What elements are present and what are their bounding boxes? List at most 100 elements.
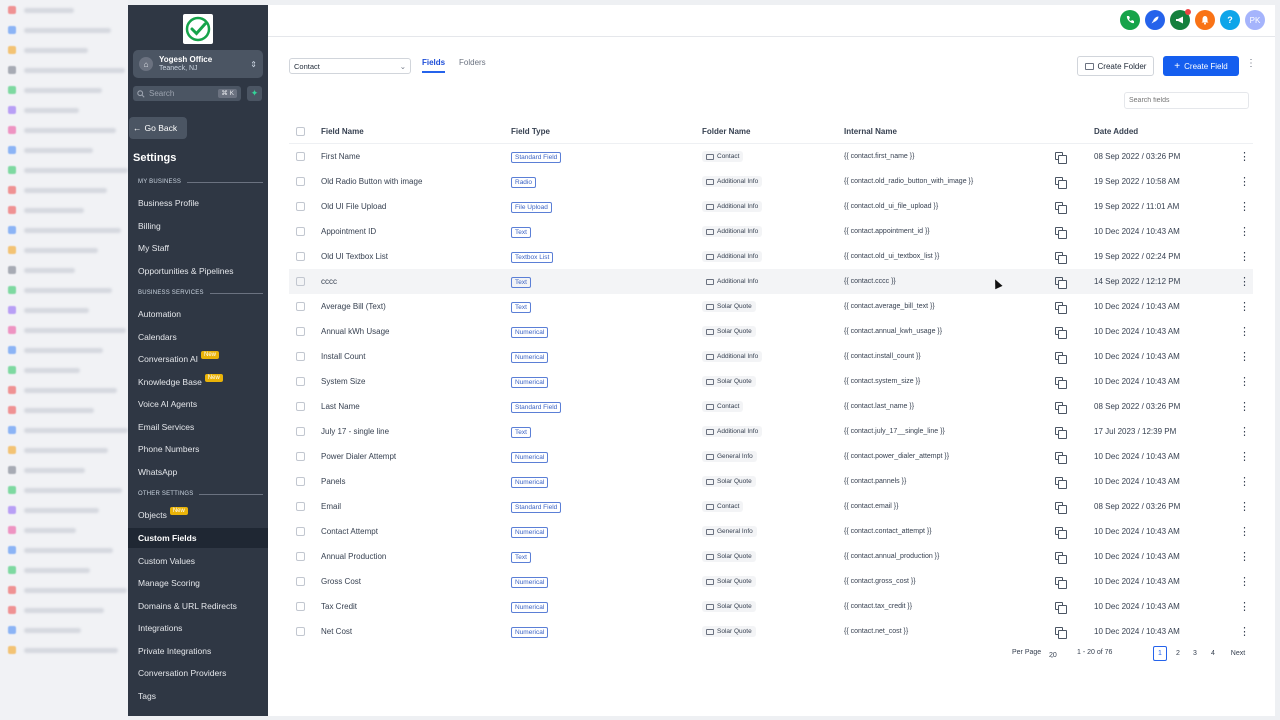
copy-icon[interactable] xyxy=(1055,176,1067,189)
row-checkbox[interactable] xyxy=(296,377,305,386)
table-row[interactable]: Panels Numerical Solar Quote {{ contact.pan… xyxy=(289,469,1253,494)
row-checkbox[interactable] xyxy=(296,402,305,411)
field-name[interactable]: Gross Cost xyxy=(321,577,361,586)
row-checkbox[interactable] xyxy=(296,552,305,561)
copy-icon[interactable] xyxy=(1055,576,1067,589)
row-menu-icon[interactable]: ⋮ xyxy=(1239,425,1250,438)
sidebar-item-conversation-ai[interactable]: Conversation AI New xyxy=(128,349,268,369)
sidebar-item-calendars[interactable]: Calendars xyxy=(128,327,268,347)
field-name[interactable]: Net Cost xyxy=(321,627,352,636)
field-name[interactable]: Old UI File Upload xyxy=(321,202,386,211)
sidebar-item-custom-values[interactable]: Custom Values xyxy=(128,551,268,571)
row-checkbox[interactable] xyxy=(296,252,305,261)
sidebar-search[interactable]: Search ⌘ K xyxy=(133,86,241,101)
row-checkbox[interactable] xyxy=(296,577,305,586)
help-button[interactable]: ? xyxy=(1220,10,1240,30)
location-switcher[interactable]: ⌂ Yogesh Office Teaneck, NJ ⇕ xyxy=(133,50,263,78)
row-menu-icon[interactable]: ⋮ xyxy=(1239,175,1250,188)
row-menu-icon[interactable]: ⋮ xyxy=(1239,250,1250,263)
sidebar-item-integrations[interactable]: Integrations xyxy=(128,618,268,638)
field-name[interactable]: Power Dialer Attempt xyxy=(321,452,396,461)
table-row[interactable]: Old UI File Upload File Upload Additional … xyxy=(289,194,1253,219)
sidebar-item-billing[interactable]: Billing xyxy=(128,216,268,236)
header-field-type[interactable]: Field Type xyxy=(511,127,550,136)
ai-spark-button[interactable]: ✦ xyxy=(247,86,262,101)
object-select[interactable]: Contact ⌄ xyxy=(289,58,411,74)
copy-icon[interactable] xyxy=(1055,601,1067,614)
sidebar-item-opportunities[interactable]: Opportunities & Pipelines xyxy=(128,261,268,281)
row-menu-icon[interactable]: ⋮ xyxy=(1239,575,1250,588)
tab-fields[interactable]: Fields xyxy=(422,58,446,73)
row-menu-icon[interactable]: ⋮ xyxy=(1239,275,1250,288)
field-name[interactable]: Annual Production xyxy=(321,552,386,561)
row-checkbox[interactable] xyxy=(296,602,305,611)
copy-icon[interactable] xyxy=(1055,251,1067,264)
table-row[interactable]: Install Count Numerical Additional Info {{ … xyxy=(289,344,1253,369)
copy-icon[interactable] xyxy=(1055,326,1067,339)
phone-button[interactable] xyxy=(1120,10,1140,30)
row-menu-icon[interactable]: ⋮ xyxy=(1239,375,1250,388)
next-page-button[interactable]: Next xyxy=(1227,646,1249,661)
table-row[interactable]: Tax Credit Numerical Solar Quote {{ contact… xyxy=(289,594,1253,619)
row-checkbox[interactable] xyxy=(296,202,305,211)
field-name[interactable]: System Size xyxy=(321,377,365,386)
table-row[interactable]: Old UI Textbox List Textbox List Additiona… xyxy=(289,244,1253,269)
header-field-name[interactable]: Field Name xyxy=(321,127,364,136)
row-checkbox[interactable] xyxy=(296,452,305,461)
sidebar-item-business-profile[interactable]: Business Profile xyxy=(128,193,268,213)
table-row[interactable]: Net Cost Numerical Solar Quote {{ contact.n… xyxy=(289,619,1253,644)
go-back-button[interactable]: ← Go Back xyxy=(129,117,187,139)
row-checkbox[interactable] xyxy=(296,477,305,486)
field-name[interactable]: Email xyxy=(321,502,341,511)
row-menu-icon[interactable]: ⋮ xyxy=(1239,525,1250,538)
copy-icon[interactable] xyxy=(1055,526,1067,539)
copy-icon[interactable] xyxy=(1055,626,1067,639)
rocket-button[interactable] xyxy=(1145,10,1165,30)
page-1-button[interactable]: 1 xyxy=(1153,646,1167,661)
field-name[interactable]: Panels xyxy=(321,477,345,486)
search-fields-input[interactable] xyxy=(1124,92,1249,109)
table-row[interactable]: Contact Attempt Numerical General Info {{ c… xyxy=(289,519,1253,544)
row-menu-icon[interactable]: ⋮ xyxy=(1239,600,1250,613)
field-name[interactable]: Last Name xyxy=(321,402,360,411)
table-row[interactable]: Last Name Standard Field Contact {{ contact… xyxy=(289,394,1253,419)
field-name[interactable]: Old UI Textbox List xyxy=(321,252,388,261)
create-folder-button[interactable]: Create Folder xyxy=(1077,56,1154,76)
copy-icon[interactable] xyxy=(1055,226,1067,239)
table-row[interactable]: First Name Standard Field Contact {{ contac… xyxy=(289,144,1253,169)
row-menu-icon[interactable]: ⋮ xyxy=(1239,150,1250,163)
copy-icon[interactable] xyxy=(1055,276,1067,289)
field-name[interactable]: Install Count xyxy=(321,352,365,361)
sidebar-item-manage-scoring[interactable]: Manage Scoring xyxy=(128,573,268,593)
row-checkbox[interactable] xyxy=(296,152,305,161)
copy-icon[interactable] xyxy=(1055,301,1067,314)
row-checkbox[interactable] xyxy=(296,177,305,186)
copy-icon[interactable] xyxy=(1055,451,1067,464)
sidebar-item-phone-numbers[interactable]: Phone Numbers xyxy=(128,439,268,459)
field-name[interactable]: Old Radio Button with image xyxy=(321,177,422,186)
header-folder-name[interactable]: Folder Name xyxy=(702,127,750,136)
megaphone-button[interactable] xyxy=(1170,9,1191,30)
field-name[interactable]: July 17 - single line xyxy=(321,427,389,436)
row-checkbox[interactable] xyxy=(296,227,305,236)
row-menu-icon[interactable]: ⋮ xyxy=(1239,350,1250,363)
copy-icon[interactable] xyxy=(1055,201,1067,214)
row-checkbox[interactable] xyxy=(296,427,305,436)
table-row[interactable]: cccc Text Additional Info {{ contact.cccc }… xyxy=(289,269,1253,294)
row-menu-icon[interactable]: ⋮ xyxy=(1239,550,1250,563)
create-field-button[interactable]: + Create Field xyxy=(1163,56,1239,76)
row-menu-icon[interactable]: ⋮ xyxy=(1239,325,1250,338)
row-menu-icon[interactable]: ⋮ xyxy=(1239,625,1250,638)
row-menu-icon[interactable]: ⋮ xyxy=(1239,450,1250,463)
page-2-button[interactable]: 2 xyxy=(1171,646,1185,661)
table-row[interactable]: Power Dialer Attempt Numerical General Inf… xyxy=(289,444,1253,469)
field-name[interactable]: Average Bill (Text) xyxy=(321,302,386,311)
row-checkbox[interactable] xyxy=(296,277,305,286)
header-internal-name[interactable]: Internal Name xyxy=(844,127,897,136)
row-checkbox[interactable] xyxy=(296,502,305,511)
copy-icon[interactable] xyxy=(1055,501,1067,514)
sidebar-item-whatsapp[interactable]: WhatsApp xyxy=(128,462,268,482)
sidebar-item-automation[interactable]: Automation xyxy=(128,304,268,324)
table-row[interactable]: Old Radio Button with image Radio Addition… xyxy=(289,169,1253,194)
sidebar-item-objects[interactable]: Objects New xyxy=(128,505,268,525)
